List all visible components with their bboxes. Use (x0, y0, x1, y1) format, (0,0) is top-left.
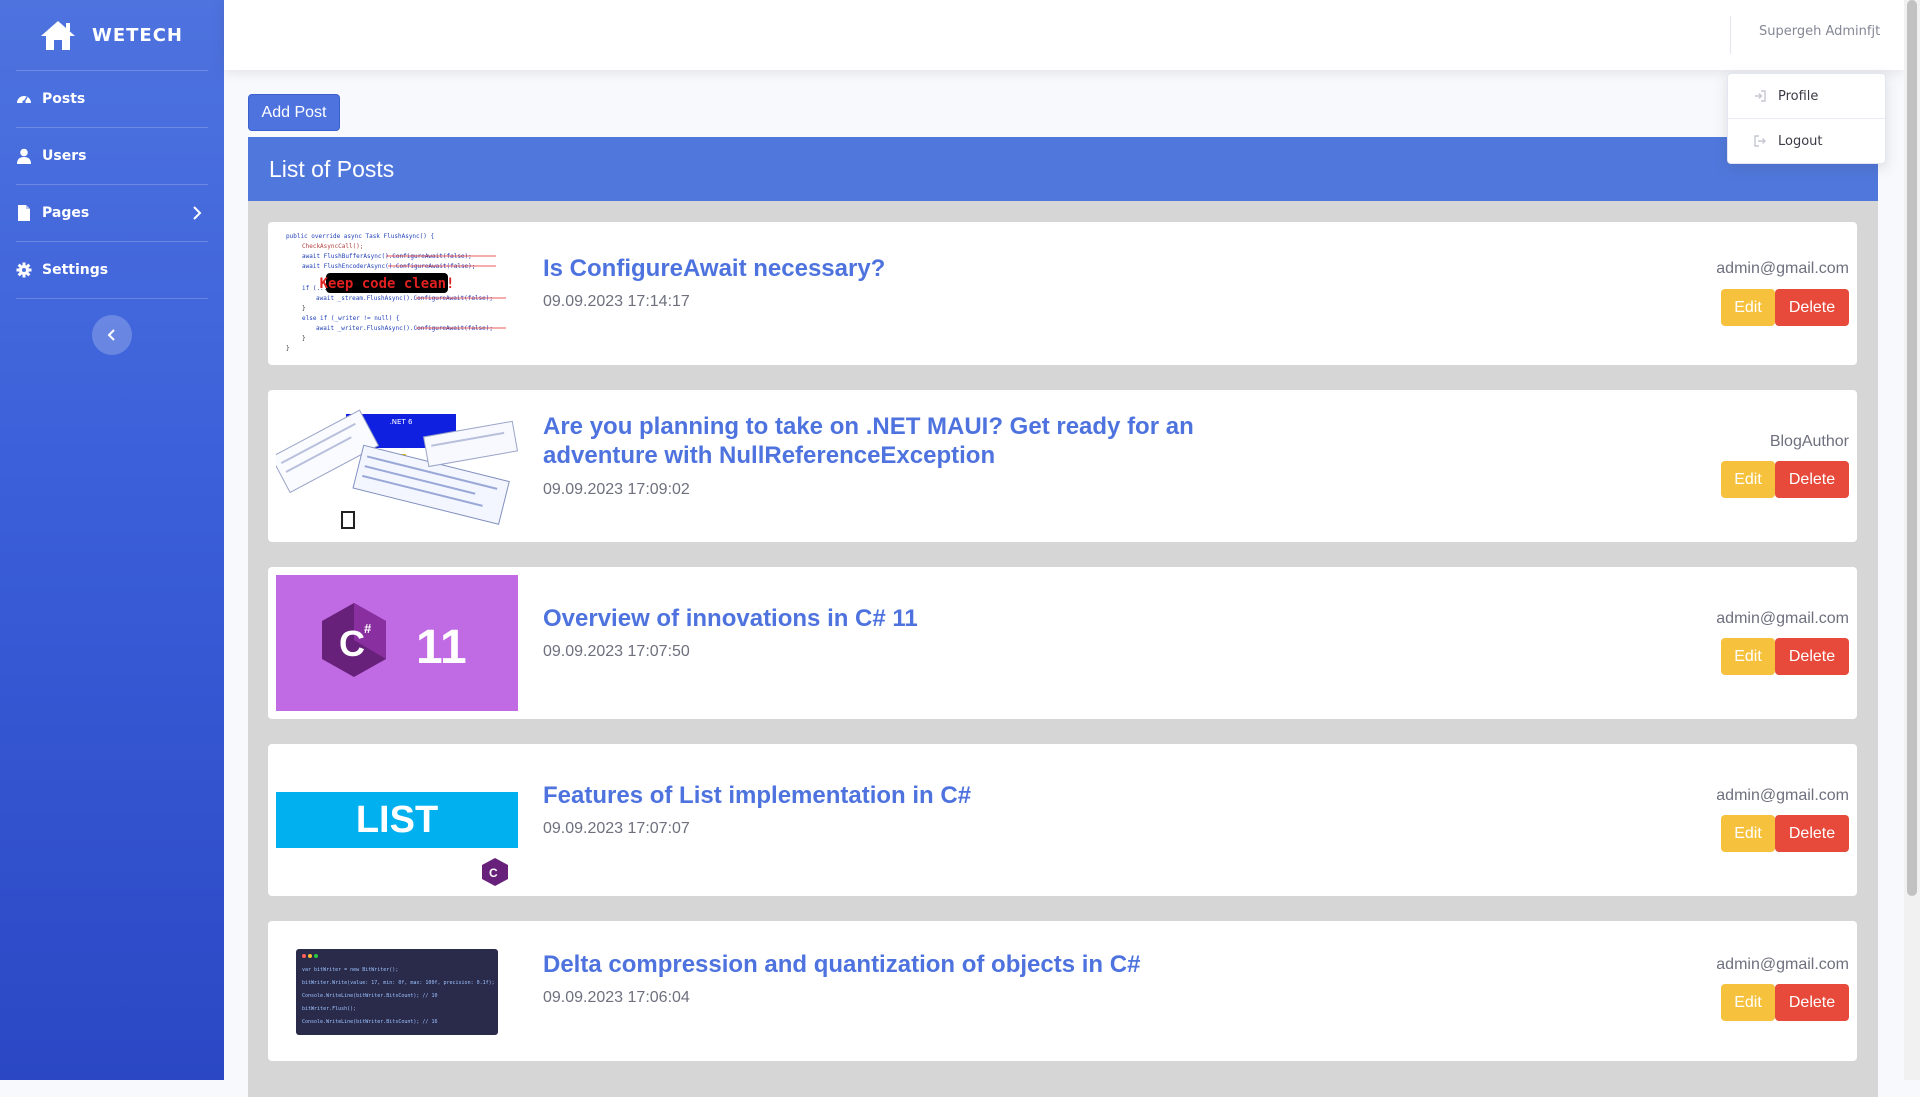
post-date: 09.09.2023 17:09:02 (543, 481, 690, 498)
sidebar-item-label: Pages (42, 205, 90, 221)
file-icon (16, 205, 32, 221)
post-title-link[interactable]: Delta compression and quantization of ob… (543, 950, 1243, 979)
svg-text:await FlushEncoderAsync().Conf: await FlushEncoderAsync().ConfigureAwait… (302, 263, 475, 270)
delete-button[interactable]: Delete (1775, 815, 1849, 852)
svg-text:await _writer.FlushAsync().Con: await _writer.FlushAsync().ConfigureAwai… (316, 325, 493, 332)
post-card: public override async Task FlushAsync() … (268, 222, 1857, 365)
edit-button[interactable]: Edit (1721, 461, 1775, 498)
delete-button[interactable]: Delete (1775, 461, 1849, 498)
delete-button[interactable]: Delete (1775, 638, 1849, 675)
sign-in-icon (1755, 90, 1766, 102)
svg-text:C: C (339, 623, 365, 664)
user-icon (16, 148, 32, 164)
brand[interactable]: WETECH (0, 0, 224, 70)
post-title-link[interactable]: Is ConfigureAwait necessary? (543, 254, 1243, 283)
sidebar-toggle-button[interactable] (92, 315, 132, 355)
sidebar-item-label: Users (42, 148, 87, 164)
post-thumbnail[interactable]: LIST C (276, 752, 518, 888)
svg-text:Console.WriteLine(bitWriter.Bi: Console.WriteLine(bitWriter.BitsCount); … (302, 993, 437, 999)
post-date: 09.09.2023 17:07:07 (543, 820, 690, 837)
chevron-right-icon (193, 206, 202, 220)
sidebar: WETECH Posts Users Pages Settings (0, 0, 224, 1080)
topbar: Supergeh Adminfjt (224, 0, 1904, 70)
page-scrollbar[interactable] (1904, 0, 1920, 1080)
sidebar-divider (16, 298, 208, 299)
home-icon (41, 21, 75, 50)
post-thumbnail[interactable]: var bitWriter = new BitWriter(); bitWrit… (276, 927, 518, 1055)
svg-text:bitWriter.Write(value: 17, min: bitWriter.Write(value: 17, min: 0f, max:… (302, 980, 495, 986)
post-thumbnail[interactable]: public override async Task FlushAsync() … (276, 228, 518, 359)
edit-button[interactable]: Edit (1721, 984, 1775, 1021)
post-thumbnail[interactable]: C # 11 (276, 575, 518, 711)
svg-text:#: # (364, 621, 372, 636)
brand-name: WETECH (92, 24, 183, 46)
svg-text:await FlushBufferAsync().Confi: await FlushBufferAsync().ConfigureAwait(… (302, 253, 472, 260)
svg-text:public override async Task Flu: public override async Task FlushAsync() … (286, 233, 434, 240)
post-date: 09.09.2023 17:14:17 (543, 293, 690, 310)
code-snippet-image: public override async Task FlushAsync() … (286, 233, 506, 352)
topbar-divider (1730, 16, 1731, 54)
dropdown-item-label: Profile (1778, 88, 1819, 104)
dropdown-item-logout[interactable]: Logout (1728, 119, 1885, 163)
sidebar-item-posts[interactable]: Posts (0, 71, 224, 127)
post-card: C # 11 Overview of innovations in C# 11 … (268, 567, 1857, 719)
post-title-link[interactable]: Overview of innovations in C# 11 (543, 604, 1243, 633)
code-window-image: var bitWriter = new BitWriter(); bitWrit… (296, 949, 498, 1035)
post-title-link[interactable]: Are you planning to take on .NET MAUI? G… (543, 412, 1243, 470)
svg-text:bitWriter.Flush();: bitWriter.Flush(); (302, 1006, 356, 1012)
sidebar-item-settings[interactable]: Settings (0, 242, 224, 298)
svg-text:CheckAsyncCall();: CheckAsyncCall(); (302, 243, 363, 250)
gear-icon (16, 262, 32, 278)
user-menu-toggle[interactable]: Supergeh Adminfjt (1759, 24, 1880, 39)
user-dropdown: Profile Logout (1727, 73, 1886, 164)
post-card: .NET 6 Are you planning to take on .NET … (268, 390, 1857, 542)
svg-text:else if (_writer != null) {: else if (_writer != null) { (302, 315, 400, 322)
svg-text:Console.WriteLine(bitWriter.Bi: Console.WriteLine(bitWriter.BitsCount); … (302, 1019, 437, 1025)
csharp-11-image: C # 11 (322, 603, 467, 677)
panel-title: List of Posts (248, 137, 1878, 201)
post-author: admin@gmail.com (1716, 610, 1849, 627)
post-title-link[interactable]: Features of List implementation in C# (543, 781, 1243, 810)
svg-text:C: C (489, 866, 498, 880)
sidebar-item-users[interactable]: Users (0, 128, 224, 184)
dotnet-maui-image: .NET 6 (276, 409, 518, 529)
post-thumbnail[interactable]: .NET 6 (276, 396, 518, 536)
scrollbar-thumb[interactable] (1907, 0, 1917, 896)
dropdown-item-profile[interactable]: Profile (1728, 74, 1885, 118)
svg-text:await _stream.FlushAsync().Con: await _stream.FlushAsync().ConfigureAwai… (316, 295, 493, 302)
svg-text:var bitWriter = new BitWriter(: var bitWriter = new BitWriter(); (302, 967, 398, 973)
dropdown-item-label: Logout (1778, 133, 1823, 149)
thumb-caption: .NET 6 (390, 418, 413, 426)
post-date: 09.09.2023 17:07:50 (543, 643, 690, 660)
thumb-caption: Keep code clean! (320, 276, 455, 292)
post-author: BlogAuthor (1769, 433, 1849, 450)
chevron-left-icon (107, 329, 115, 341)
posts-panel: List of Posts public override async Task… (248, 137, 1878, 1097)
post-card: LIST C Features of List implementation i… (268, 744, 1857, 896)
thumb-caption: 11 (416, 621, 467, 674)
edit-button[interactable]: Edit (1721, 638, 1775, 675)
sidebar-item-pages[interactable]: Pages (0, 185, 224, 241)
post-author: admin@gmail.com (1716, 787, 1849, 804)
edit-button[interactable]: Edit (1721, 289, 1775, 326)
edit-button[interactable]: Edit (1721, 815, 1775, 852)
thumb-caption: LIST (356, 799, 438, 841)
sidebar-item-label: Settings (42, 262, 109, 278)
csharp-list-image: LIST C (276, 792, 518, 886)
svg-text:}: } (286, 345, 290, 352)
delete-button[interactable]: Delete (1775, 984, 1849, 1021)
gauge-icon (16, 91, 32, 107)
sign-out-icon (1754, 135, 1766, 147)
post-author: admin@gmail.com (1716, 956, 1849, 973)
post-author: admin@gmail.com (1716, 260, 1849, 277)
post-card: var bitWriter = new BitWriter(); bitWrit… (268, 921, 1857, 1061)
delete-button[interactable]: Delete (1775, 289, 1849, 326)
sidebar-item-label: Posts (42, 91, 86, 107)
svg-text:}: } (302, 305, 306, 312)
add-post-button[interactable]: Add Post (248, 94, 340, 131)
svg-text:}: } (302, 335, 306, 342)
post-date: 09.09.2023 17:06:04 (543, 989, 690, 1006)
